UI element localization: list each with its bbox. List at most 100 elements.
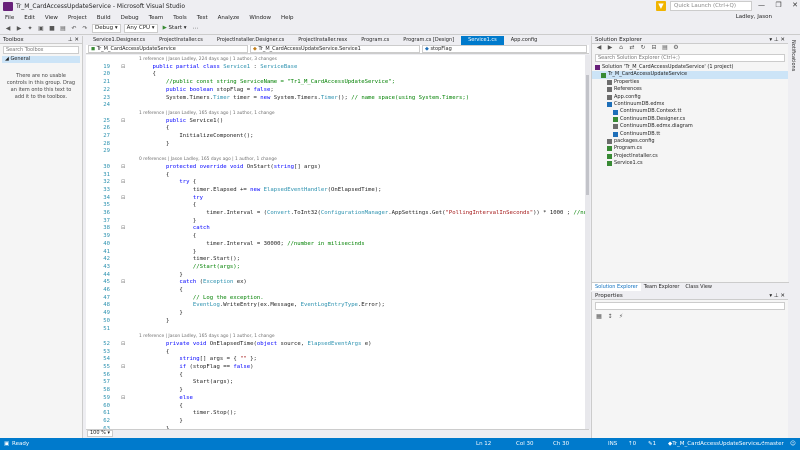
collapse-icon[interactable]: ⊟ — [121, 364, 125, 372]
collapse-icon[interactable]: ⊟ — [121, 279, 125, 287]
document-tab[interactable]: Program.cs — [354, 36, 396, 45]
solution-explorer-search-input[interactable]: Search Solution Explorer (Ctrl+;) — [595, 54, 785, 62]
forward-icon[interactable]: ▶ — [606, 44, 614, 52]
collapse-icon[interactable]: ⊟ — [121, 395, 125, 403]
filter-icon[interactable]: ▼ — [656, 1, 666, 11]
toolbox-group-general[interactable]: ◢ General — [2, 56, 80, 63]
categorized-icon[interactable]: ▦ — [595, 313, 603, 321]
tree-item[interactable]: App.config — [592, 94, 788, 101]
tree-item[interactable]: ContinuumDB.Designer.cs — [592, 116, 788, 123]
panel-tab[interactable]: Solution Explorer — [592, 282, 641, 291]
document-tab[interactable]: Service1.Designer.cs — [86, 36, 152, 45]
tree-item[interactable]: ContinuumDB.tt — [592, 131, 788, 138]
panel-tab[interactable]: Team Explorer — [641, 283, 683, 291]
document-tab[interactable]: Service1.cs — [461, 36, 504, 45]
zoom-level-select[interactable]: 100 % ▾ — [87, 430, 113, 437]
panel-tab[interactable]: Class View — [682, 283, 715, 291]
back-icon[interactable]: ◀ — [4, 25, 12, 33]
toolbar-options-icon[interactable]: ⋯ — [192, 25, 200, 33]
redo-icon[interactable]: ↷ — [81, 25, 89, 33]
menu-project[interactable]: Project — [63, 13, 92, 23]
panel-pin-close-icons[interactable]: ▾ ⊥ ✕ — [769, 292, 788, 300]
codelens-annotation[interactable]: 1 reference | Jason Ladley, 224 days ago… — [86, 56, 585, 64]
collapse-icon[interactable]: ⊟ — [121, 179, 125, 187]
save-all-icon[interactable]: ▤ — [59, 25, 67, 33]
tree-item[interactable]: References — [592, 86, 788, 93]
tree-item[interactable]: ProjectInstaller.cs — [592, 153, 788, 160]
project-dropdown[interactable]: ◼ Tr_M_CardAccessUpdateService — [88, 45, 248, 53]
back-icon[interactable]: ◀ — [595, 44, 603, 52]
document-tab[interactable]: ProjectInstaller.cs — [152, 36, 210, 45]
tree-item[interactable]: ContinuumDB.edmx.diagram — [592, 123, 788, 130]
tree-item[interactable]: Tr_M_CardAccessUpdateService — [592, 71, 788, 79]
tree-item[interactable]: ContinuumDB.edmx — [592, 101, 788, 108]
tree-item[interactable]: packages.config — [592, 138, 788, 145]
maximize-button[interactable]: ❐ — [775, 1, 781, 12]
forward-icon[interactable]: ▶ — [15, 25, 23, 33]
class-dropdown[interactable]: ◆ Tr_M_CardAccessUpdateService.Service1 — [250, 45, 420, 53]
document-tab[interactable]: ProjectInstaller.Designer.cs — [210, 36, 291, 45]
codelens-annotation[interactable]: 1 reference | Jason Ladley, 165 days ago… — [86, 110, 585, 118]
collapse-icon[interactable]: ⊟ — [121, 164, 125, 172]
open-icon[interactable]: ▣ — [37, 25, 45, 33]
alphabetical-icon[interactable]: ↕ — [606, 313, 614, 321]
scrollbar-thumb[interactable] — [586, 75, 589, 195]
code-editor[interactable]: 1 reference | Jason Ladley, 224 days ago… — [86, 55, 585, 429]
codelens-text[interactable]: 1 reference | Jason Ladley, 165 days ago… — [139, 110, 275, 118]
notifications-strip[interactable]: Notifications — [789, 36, 800, 438]
menu-analyze[interactable]: Analyze — [213, 13, 245, 23]
collapse-icon[interactable]: ⊟ — [121, 64, 125, 72]
document-tab[interactable]: Program.cs [Design] — [396, 36, 461, 45]
home-icon[interactable]: ⌂ — [617, 44, 625, 52]
menu-build[interactable]: Build — [92, 13, 116, 23]
menu-tools[interactable]: Tools — [168, 13, 192, 23]
tree-item[interactable]: Properties — [592, 79, 788, 86]
toolbox-search-input[interactable]: Search Toolbox — [3, 46, 79, 54]
member-dropdown[interactable]: ◆ stopFlag — [422, 45, 587, 53]
codelens-annotation[interactable]: 0 references | Jason Ladley, 165 days ag… — [86, 156, 585, 164]
tree-item[interactable]: Program.cs — [592, 145, 788, 152]
properties-icon[interactable]: ⚙ — [672, 44, 680, 52]
refresh-icon[interactable]: ↻ — [639, 44, 647, 52]
properties-object-select[interactable] — [595, 302, 785, 310]
start-debugging-button[interactable]: ▶ Start ▾ — [161, 24, 189, 33]
collapse-icon[interactable]: ⊟ — [121, 118, 125, 126]
menu-window[interactable]: Window — [244, 13, 276, 23]
quick-launch-input[interactable]: Quick Launch (Ctrl+Q) — [670, 1, 752, 11]
collapse-all-icon[interactable]: ⊟ — [650, 44, 658, 52]
collapse-icon[interactable]: ⊟ — [121, 195, 125, 203]
menu-edit[interactable]: Edit — [19, 13, 40, 23]
tree-item[interactable]: Solution 'Tr_M_CardAccessUpdateService' … — [592, 64, 788, 71]
user-name[interactable]: Ladley, Jason — [736, 14, 772, 20]
menu-file[interactable]: File — [0, 13, 19, 23]
save-icon[interactable]: ■ — [48, 25, 56, 33]
feedback-icon[interactable]: ☺ — [790, 438, 796, 450]
status-repository[interactable]: ◆ Tr_M_CardAccessUpdateService — [668, 438, 759, 450]
panel-pin-close-icons[interactable]: ▾ ⊥ ✕ — [769, 36, 788, 44]
document-tab[interactable]: App.config — [504, 36, 545, 45]
document-tab[interactable]: ProjectInstaller.resx — [291, 36, 354, 45]
codelens-text[interactable]: 1 reference | Jason Ladley, 165 days ago… — [139, 333, 275, 341]
pin-icon[interactable]: ⊥ ✕ — [68, 36, 82, 44]
menu-team[interactable]: Team — [144, 13, 169, 23]
codelens-text[interactable]: 0 references | Jason Ladley, 165 days ag… — [139, 156, 277, 164]
menu-help[interactable]: Help — [276, 13, 299, 23]
menu-test[interactable]: Test — [192, 13, 213, 23]
minimize-button[interactable]: — — [758, 1, 765, 12]
codelens-annotation[interactable]: 1 reference | Jason Ladley, 165 days ago… — [86, 333, 585, 341]
tree-item[interactable]: ContinuumDB.Context.tt — [592, 108, 788, 115]
configuration-select[interactable]: Debug ▾ — [92, 24, 121, 33]
sync-icon[interactable]: ⇄ — [628, 44, 636, 52]
collapse-icon[interactable]: ⊟ — [121, 225, 125, 233]
collapse-icon[interactable]: ⊟ — [121, 341, 125, 349]
undo-icon[interactable]: ↶ — [70, 25, 78, 33]
platform-select[interactable]: Any CPU ▾ — [123, 24, 158, 33]
show-all-files-icon[interactable]: ▤ — [661, 44, 669, 52]
codelens-text[interactable]: 1 reference | Jason Ladley, 224 days ago… — [139, 56, 277, 64]
property-pages-icon[interactable]: ⚡ — [617, 313, 625, 321]
menu-view[interactable]: View — [40, 13, 63, 23]
tree-item[interactable]: Service1.cs — [592, 160, 788, 167]
status-pushes[interactable]: ↑ 0 — [628, 438, 636, 450]
status-branch[interactable]: ⎇ master — [758, 438, 784, 450]
new-project-icon[interactable]: ✦ — [26, 25, 34, 33]
